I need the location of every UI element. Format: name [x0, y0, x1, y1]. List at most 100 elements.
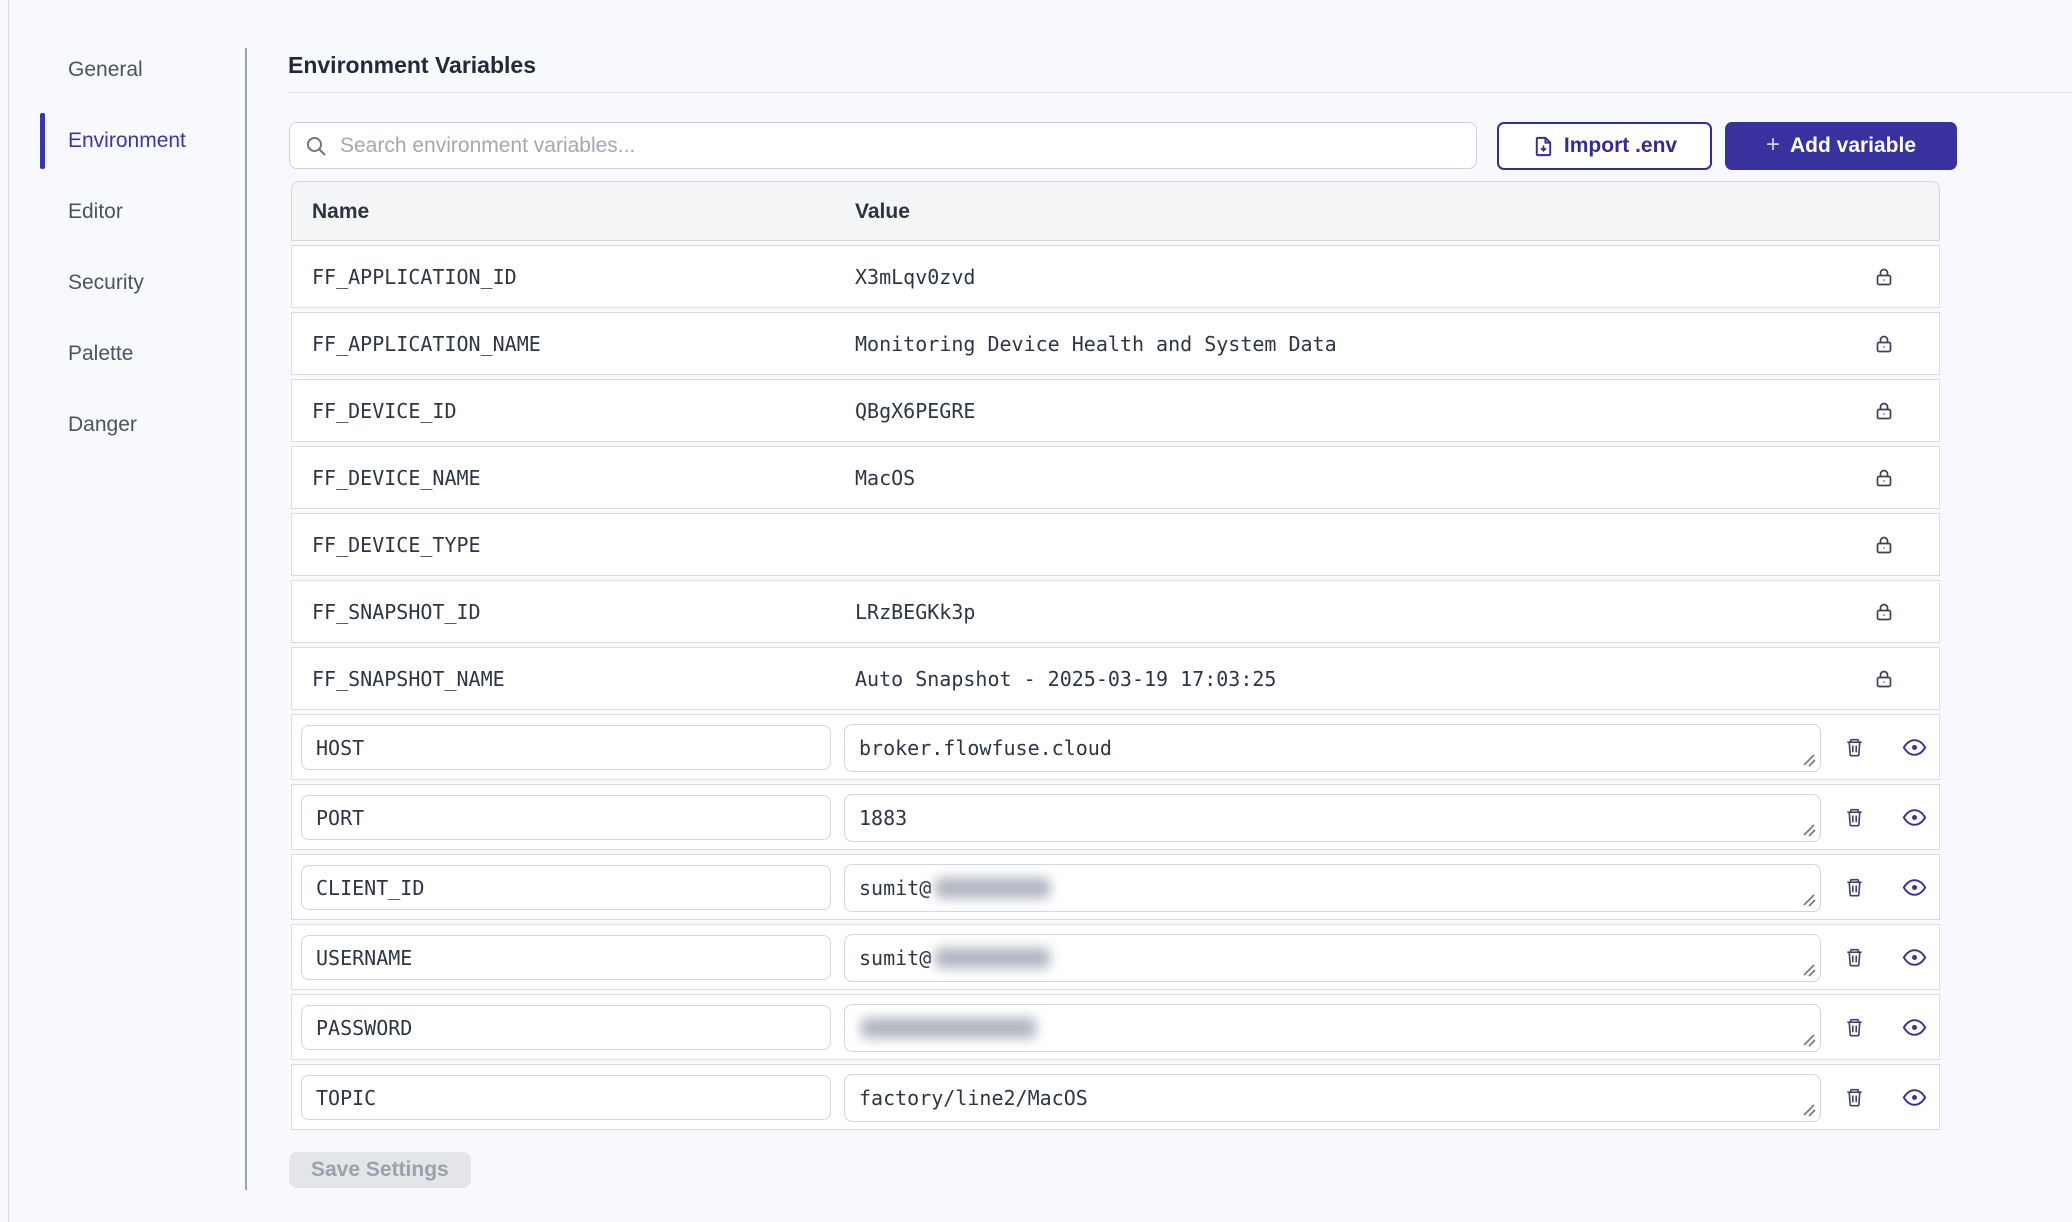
resize-handle-icon[interactable]: [1800, 961, 1816, 977]
trash-icon: [1843, 1016, 1866, 1039]
resize-handle-icon[interactable]: [1800, 751, 1816, 767]
env-var-row-editable: [291, 994, 1940, 1060]
trash-icon: [1843, 1086, 1866, 1109]
lock-icon: [1872, 667, 1896, 691]
var-name-input[interactable]: [301, 935, 831, 980]
var-name: FF_APPLICATION_NAME: [312, 313, 541, 375]
add-variable-label: Add variable: [1790, 134, 1916, 158]
eye-icon: [1901, 1014, 1928, 1041]
delete-variable-button[interactable]: [1839, 1082, 1869, 1112]
var-value-input[interactable]: sumit@: [844, 934, 1821, 982]
trash-icon: [1843, 946, 1866, 969]
env-var-row-locked: FF_APPLICATION_NAME Monitoring Device He…: [291, 312, 1940, 375]
env-var-row-editable: 1883: [291, 784, 1940, 850]
resize-handle-icon[interactable]: [1800, 1031, 1816, 1047]
sidebar-item-security[interactable]: Security: [68, 271, 228, 295]
sidebar-item-environment[interactable]: Environment: [68, 129, 228, 153]
search-icon: [304, 134, 328, 158]
save-settings-button[interactable]: Save Settings: [289, 1152, 471, 1188]
lock-icon: [1872, 466, 1896, 490]
sidebar-item-general[interactable]: General: [68, 58, 228, 82]
delete-variable-button[interactable]: [1839, 732, 1869, 762]
delete-variable-button[interactable]: [1839, 872, 1869, 902]
var-value-input[interactable]: factory/line2/MacOS: [844, 1074, 1821, 1122]
table-rows: FF_APPLICATION_ID X3mLqv0zvd FF_APPLICAT…: [291, 245, 1940, 1130]
var-value-input[interactable]: sumit@: [844, 864, 1821, 912]
import-env-label: Import .env: [1564, 134, 1677, 158]
search-input[interactable]: [340, 134, 1462, 158]
var-name-input[interactable]: [301, 865, 831, 910]
eye-icon: [1901, 804, 1928, 831]
page-title: Environment Variables: [288, 52, 536, 79]
eye-icon: [1901, 1084, 1928, 1111]
env-var-row-locked: FF_DEVICE_TYPE: [291, 513, 1940, 576]
var-name: FF_SNAPSHOT_NAME: [312, 648, 505, 710]
env-var-row-editable: factory/line2/MacOS: [291, 1064, 1940, 1130]
search-box: [289, 122, 1477, 169]
var-name-input[interactable]: [301, 725, 831, 770]
var-value-input[interactable]: 1883: [844, 794, 1821, 842]
env-var-row-editable: broker.flowfuse.cloud: [291, 714, 1940, 780]
resize-handle-icon[interactable]: [1800, 1101, 1816, 1117]
var-value: Auto Snapshot - 2025-03-19 17:03:25: [855, 648, 1276, 710]
delete-variable-button[interactable]: [1839, 942, 1869, 972]
lock-icon: [1872, 399, 1896, 423]
redacted-value: [861, 1018, 1036, 1038]
var-value: QBgX6PEGRE: [855, 380, 975, 442]
var-value: MacOS: [855, 447, 915, 509]
active-indicator: [40, 113, 45, 169]
var-name: FF_SNAPSHOT_ID: [312, 581, 481, 643]
toggle-visibility-button[interactable]: [1899, 942, 1929, 972]
var-name: FF_DEVICE_NAME: [312, 447, 481, 509]
var-name: FF_DEVICE_ID: [312, 380, 457, 442]
environment-settings-panel: Environment Variables Import .env + Add …: [288, 0, 2072, 1222]
redacted-value: [935, 948, 1050, 968]
sidebar-item-palette[interactable]: Palette: [68, 342, 228, 366]
var-name: FF_DEVICE_TYPE: [312, 514, 481, 576]
env-var-row-locked: FF_DEVICE_NAME MacOS: [291, 446, 1940, 509]
env-var-row-locked: FF_DEVICE_ID QBgX6PEGRE: [291, 379, 1940, 442]
var-value: Monitoring Device Health and System Data: [855, 313, 1337, 375]
import-env-button[interactable]: Import .env: [1497, 122, 1712, 170]
resize-handle-icon[interactable]: [1800, 891, 1816, 907]
env-var-row-locked: FF_SNAPSHOT_NAME Auto Snapshot - 2025-03…: [291, 647, 1940, 710]
toggle-visibility-button[interactable]: [1899, 1012, 1929, 1042]
eye-icon: [1901, 874, 1928, 901]
var-name-input[interactable]: [301, 1005, 831, 1050]
plus-icon: +: [1766, 133, 1780, 157]
settings-nav: General Environment Editor Security Pale…: [68, 58, 228, 484]
env-variables-table: Name Value FF_APPLICATION_ID X3mLqv0zvd …: [291, 181, 1940, 1134]
window-left-edge: [8, 0, 9, 1222]
redacted-value: [935, 878, 1050, 898]
document-import-icon: [1532, 135, 1555, 158]
delete-variable-button[interactable]: [1839, 802, 1869, 832]
title-divider: [288, 92, 2072, 93]
var-name-input[interactable]: [301, 1075, 831, 1120]
lock-icon: [1872, 332, 1896, 356]
env-var-row-locked: FF_APPLICATION_ID X3mLqv0zvd: [291, 245, 1940, 308]
var-value: X3mLqv0zvd: [855, 246, 975, 308]
env-var-row-editable: sumit@: [291, 854, 1940, 920]
var-name: FF_APPLICATION_ID: [312, 246, 517, 308]
lock-icon: [1872, 533, 1896, 557]
column-header-value: Value: [855, 182, 910, 242]
toggle-visibility-button[interactable]: [1899, 872, 1929, 902]
resize-handle-icon[interactable]: [1800, 821, 1816, 837]
sidebar-item-editor[interactable]: Editor: [68, 200, 228, 224]
toggle-visibility-button[interactable]: [1899, 802, 1929, 832]
trash-icon: [1843, 876, 1866, 899]
toggle-visibility-button[interactable]: [1899, 732, 1929, 762]
delete-variable-button[interactable]: [1839, 1012, 1869, 1042]
var-value-input[interactable]: broker.flowfuse.cloud: [844, 724, 1821, 772]
env-var-row-locked: FF_SNAPSHOT_ID LRzBEGKk3p: [291, 580, 1940, 643]
column-header-name: Name: [312, 182, 369, 242]
eye-icon: [1901, 944, 1928, 971]
var-name-input[interactable]: [301, 795, 831, 840]
lock-icon: [1872, 265, 1896, 289]
env-var-row-editable: sumit@: [291, 924, 1940, 990]
toggle-visibility-button[interactable]: [1899, 1082, 1929, 1112]
lock-icon: [1872, 600, 1896, 624]
add-variable-button[interactable]: + Add variable: [1725, 122, 1957, 170]
var-value-input[interactable]: [844, 1004, 1821, 1052]
sidebar-item-danger[interactable]: Danger: [68, 413, 228, 437]
